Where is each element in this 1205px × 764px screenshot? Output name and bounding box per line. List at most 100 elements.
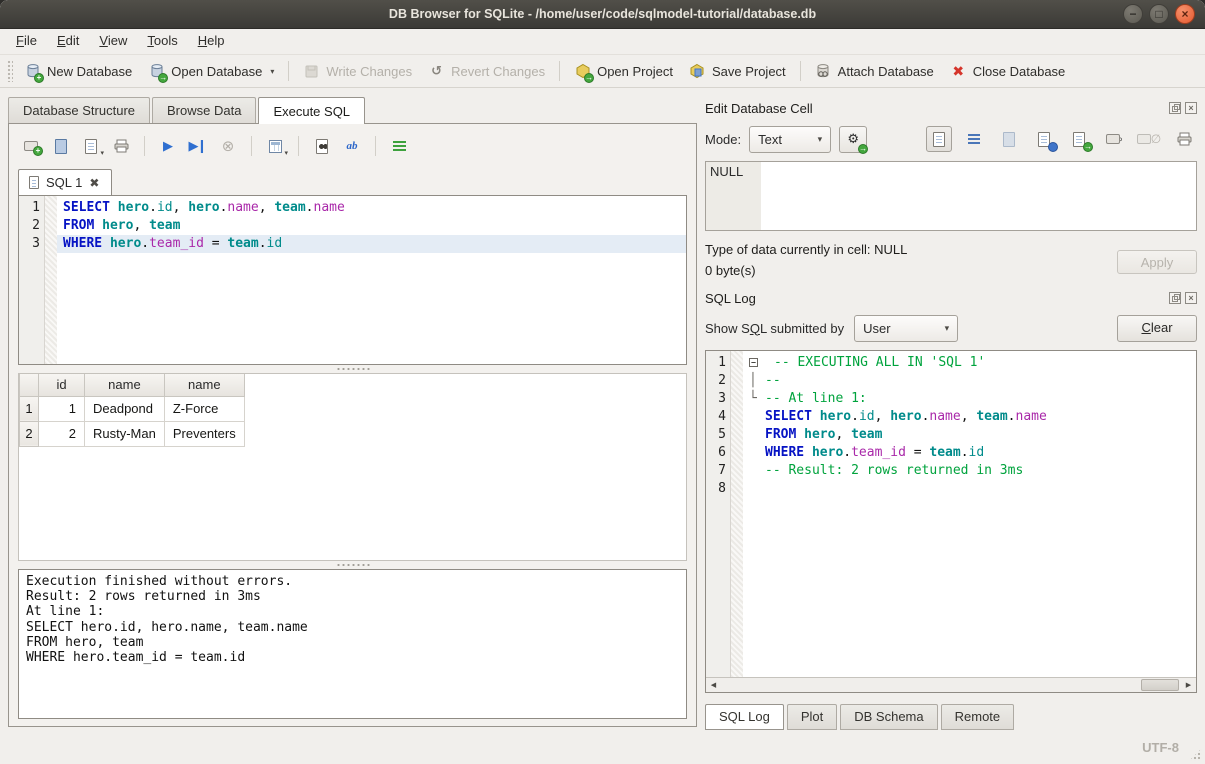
float-dock-icon[interactable] — [1169, 292, 1181, 304]
menu-help[interactable]: Help — [188, 29, 235, 54]
new-database-label: New Database — [47, 64, 132, 79]
sql-editor[interactable]: 123 SELECT hero.id, hero.name, team.name… — [18, 195, 687, 365]
results-grid[interactable]: idnamename11DeadpondZ-Force22Rusty-ManPr… — [18, 373, 687, 561]
menu-view[interactable]: View — [89, 29, 137, 54]
text-mode-button[interactable] — [926, 126, 952, 152]
code-line — [743, 480, 1196, 498]
encoding-label: UTF-8 — [1142, 740, 1179, 755]
replace-icon: ab — [347, 140, 358, 152]
clear-log-button[interactable]: Clear — [1117, 315, 1197, 342]
write-changes-button: Write Changes — [295, 59, 420, 84]
resize-grip-icon[interactable] — [1189, 748, 1202, 761]
cell-value: NULL — [706, 162, 761, 230]
dock-tab-db-schema[interactable]: DB Schema — [840, 704, 937, 730]
new-database-icon: + — [24, 63, 41, 80]
menu-file[interactable]: File — [6, 29, 47, 54]
fold-marker-icon[interactable]: − — [749, 358, 758, 367]
tab-database-structure[interactable]: Database Structure — [8, 97, 150, 123]
open-sql-tab-button[interactable]: + — [18, 134, 44, 158]
window-title: DB Browser for SQLite - /home/user/code/… — [389, 7, 816, 21]
find-button[interactable] — [309, 134, 335, 158]
attach-database-button[interactable]: Attach Database — [807, 59, 942, 84]
cell-editor[interactable]: NULL — [705, 161, 1197, 231]
sql1-tab[interactable]: SQL 1 ✖ — [18, 169, 112, 196]
execute-all-button[interactable]: ▶ — [155, 134, 181, 158]
splitter-handle[interactable] — [18, 365, 687, 373]
document-icon — [933, 132, 945, 147]
close-dock-icon[interactable]: × — [1185, 102, 1197, 114]
tab-execute-sql[interactable]: Execute SQL — [258, 97, 365, 124]
new-database-button[interactable]: + New Database — [16, 59, 140, 84]
dock-tab-sql-log[interactable]: SQL Log — [705, 704, 784, 730]
print-sql-button[interactable] — [108, 134, 134, 158]
toolbar-drag-handle[interactable] — [7, 60, 13, 82]
save-sql-file-button[interactable]: ▾ — [78, 134, 104, 158]
close-tab-icon[interactable]: ✖ — [89, 176, 99, 190]
close-button[interactable]: × — [1175, 4, 1195, 24]
scroll-left-icon[interactable]: ◀ — [706, 678, 721, 692]
table-cell[interactable]: Deadpond — [85, 396, 165, 421]
line-number: 1 — [706, 354, 726, 372]
menu-tools[interactable]: Tools — [137, 29, 187, 54]
save-results-dropdown-icon[interactable]: ▾ — [284, 149, 288, 157]
code-line: └-- At line 1: — [743, 390, 1196, 408]
scroll-right-icon[interactable]: ▶ — [1181, 678, 1196, 692]
print-cell-button[interactable] — [1171, 126, 1197, 152]
maximize-icon: □ — [1155, 7, 1162, 21]
open-project-button[interactable]: → Open Project — [566, 59, 681, 84]
word-wrap-button[interactable] — [961, 126, 987, 152]
mode-value: Text — [758, 132, 782, 147]
table-cell[interactable]: 1 — [39, 396, 85, 421]
sql-log-viewer[interactable]: 12345678 − -- EXECUTING ALL IN 'SQL 1'│-… — [705, 350, 1197, 693]
replace-button[interactable]: ab — [339, 134, 365, 158]
save-results-button[interactable]: ▾ — [262, 134, 288, 158]
open-in-app-button[interactable]: ∞ — [1101, 126, 1127, 152]
scrollbar-thumb[interactable] — [1141, 679, 1179, 691]
cell-size-label: 0 byte(s) — [705, 260, 907, 281]
execute-line-button[interactable]: ▶❙ — [185, 134, 211, 158]
table-cell[interactable]: Rusty-Man — [85, 421, 165, 446]
maximize-button[interactable]: □ — [1149, 4, 1169, 24]
apply-cell-button[interactable]: → — [1066, 126, 1092, 152]
open-database-dropdown-icon[interactable]: ▾ — [270, 67, 274, 76]
close-database-button[interactable]: ✖ Close Database — [942, 59, 1074, 84]
table-cell[interactable]: Z-Force — [164, 396, 244, 421]
close-dock-icon[interactable]: × — [1185, 292, 1197, 304]
minimize-button[interactable]: − — [1123, 4, 1143, 24]
table-cell[interactable]: Preventers — [164, 421, 244, 446]
export-cell-button[interactable] — [1031, 126, 1057, 152]
execution-message[interactable]: Execution finished without errors. Resul… — [18, 569, 687, 719]
fold-guide: └ — [749, 390, 765, 408]
line-number: 8 — [706, 480, 726, 498]
row-header[interactable]: 2 — [20, 421, 39, 446]
column-header-name[interactable]: name — [164, 374, 244, 396]
column-header-id[interactable]: id — [39, 374, 85, 396]
splitter-handle[interactable] — [18, 561, 687, 569]
cell-editor-area[interactable] — [761, 162, 1196, 230]
write-changes-label: Write Changes — [326, 64, 412, 79]
save-dropdown-icon[interactable]: ▾ — [100, 149, 104, 157]
save-project-label: Save Project — [712, 64, 786, 79]
float-dock-icon[interactable] — [1169, 102, 1181, 114]
mode-combo[interactable]: Text ▾ — [749, 126, 831, 153]
dock-tab-plot[interactable]: Plot — [787, 704, 837, 730]
title-bar[interactable]: DB Browser for SQLite - /home/user/code/… — [0, 0, 1205, 29]
toolbar-separator — [800, 61, 801, 81]
save-project-button[interactable]: Save Project — [681, 59, 794, 84]
save-badge-icon — [1048, 142, 1058, 152]
column-header-name[interactable]: name — [85, 374, 165, 396]
menu-bar: FileEditViewToolsHelp — [0, 29, 1205, 55]
grid-corner[interactable] — [20, 374, 39, 396]
row-header[interactable]: 1 — [20, 396, 39, 421]
log-horizontal-scrollbar[interactable]: ◀ ▶ — [706, 677, 1196, 692]
format-sql-button[interactable] — [386, 134, 412, 158]
print-icon — [114, 139, 129, 153]
submitted-by-combo[interactable]: User ▾ — [854, 315, 958, 342]
table-cell[interactable]: 2 — [39, 421, 85, 446]
open-sql-file-button[interactable] — [48, 134, 74, 158]
menu-edit[interactable]: Edit — [47, 29, 89, 54]
auto-apply-button[interactable]: ⚙ → — [839, 126, 867, 153]
tab-browse-data[interactable]: Browse Data — [152, 97, 256, 123]
open-database-button[interactable]: → Open Database ▾ — [140, 59, 282, 84]
dock-tab-remote[interactable]: Remote — [941, 704, 1015, 730]
